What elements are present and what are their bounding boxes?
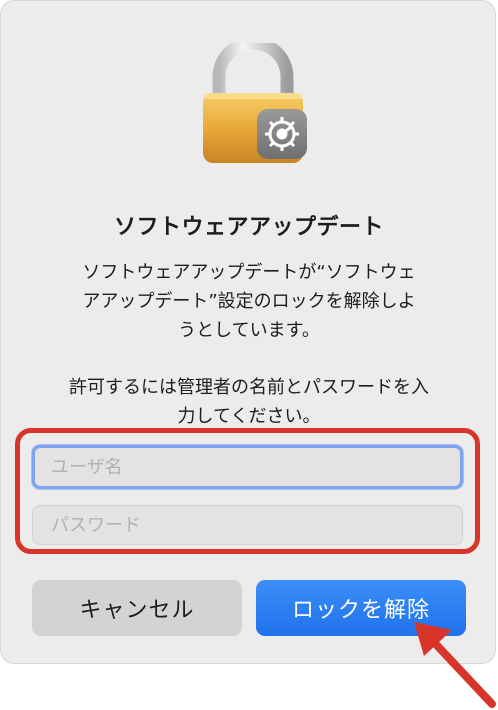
cancel-button[interactable]: キャンセル: [32, 580, 242, 636]
username-field[interactable]: [32, 445, 463, 489]
dialog-prompt: 許可するには管理者の名前とパスワードを入 力してください。: [69, 377, 429, 427]
unlock-dialog: ソフトウェアアップデート ソフトウェアアップデートが“ソフトウェ アアップデート…: [0, 0, 496, 664]
password-field[interactable]: [32, 505, 463, 545]
dialog-message: ソフトウェアアップデートが“ソフトウェ アアップデート”設定のロックを解除しよ …: [82, 262, 416, 341]
unlock-button[interactable]: ロックを解除: [256, 580, 466, 636]
lock-with-gear-icon: [203, 43, 307, 163]
dialog-title: ソフトウェアアップデート: [113, 215, 384, 240]
